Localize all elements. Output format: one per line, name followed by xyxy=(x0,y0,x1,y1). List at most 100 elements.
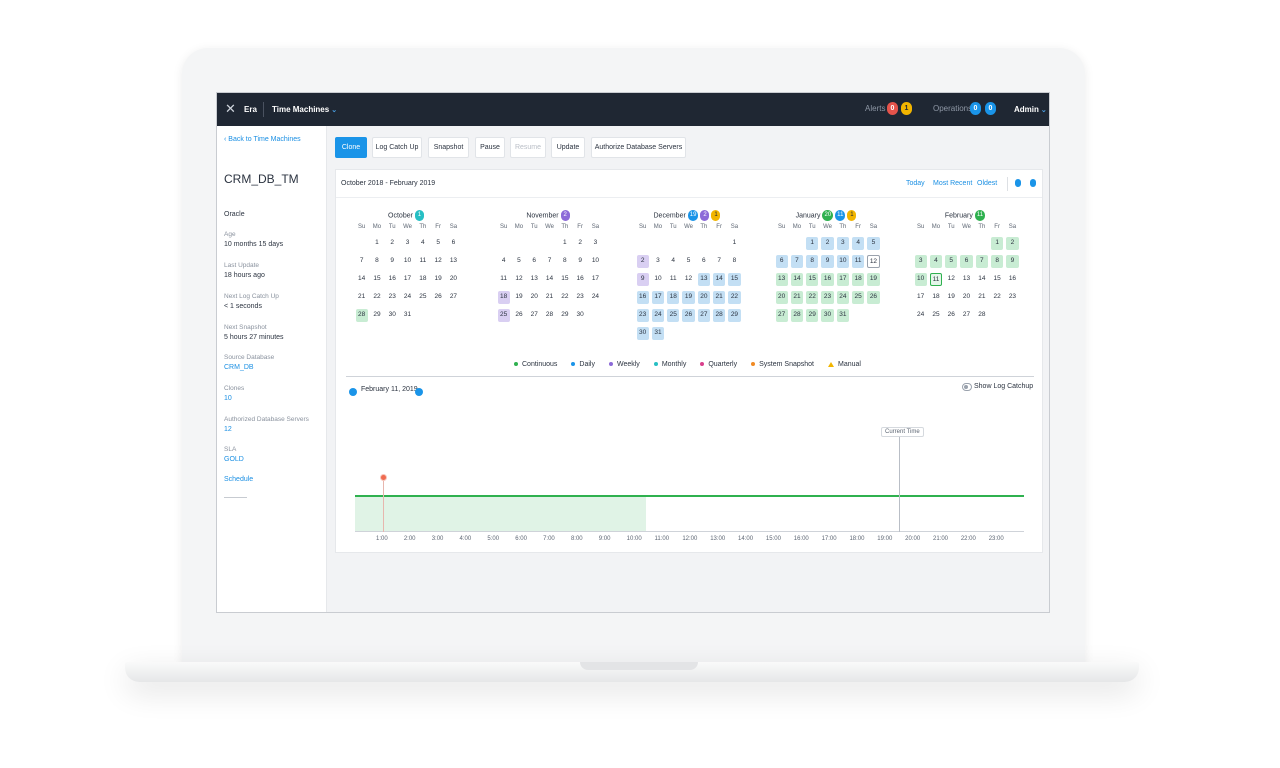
calendar-day[interactable]: 11 xyxy=(928,271,943,289)
calendar-day[interactable]: 3 xyxy=(588,235,603,253)
calendar-day[interactable]: 6 xyxy=(527,253,542,271)
calendar-day[interactable]: 1 xyxy=(989,235,1004,253)
today-link[interactable]: Today xyxy=(906,180,925,187)
calendar-day[interactable]: 28 xyxy=(354,307,369,325)
snapshot-button[interactable]: Snapshot xyxy=(428,137,469,158)
calendar-day[interactable]: 3 xyxy=(835,235,850,253)
calendar-day[interactable]: 18 xyxy=(928,289,943,307)
calendar-day[interactable]: 16 xyxy=(635,289,650,307)
calendar-day[interactable]: 12 xyxy=(511,271,526,289)
calendar-day[interactable]: 17 xyxy=(588,271,603,289)
calendar-day[interactable]: 10 xyxy=(650,271,665,289)
calendar-day[interactable]: 26 xyxy=(866,289,881,307)
calendar-day[interactable]: 18 xyxy=(496,289,511,307)
calendar-day[interactable]: 6 xyxy=(959,253,974,271)
calendar-day[interactable]: 24 xyxy=(650,307,665,325)
calendar-day[interactable]: 1 xyxy=(805,235,820,253)
calendar-day[interactable]: 14 xyxy=(711,271,726,289)
user-menu[interactable]: Admin ⌄ xyxy=(1014,105,1047,114)
back-link[interactable]: ‹ Back to Time Machines xyxy=(224,136,301,143)
calendar-day[interactable]: 18 xyxy=(850,271,865,289)
calendar-day[interactable]: 24 xyxy=(835,289,850,307)
calendar-day[interactable]: 31 xyxy=(400,307,415,325)
calendar-day[interactable]: 26 xyxy=(511,307,526,325)
calendar-day[interactable]: 9 xyxy=(820,253,835,271)
calendar-day[interactable]: 6 xyxy=(774,253,789,271)
calendar-day[interactable]: 16 xyxy=(572,271,587,289)
alerts-label[interactable]: Alerts xyxy=(865,104,885,113)
calendar-day[interactable]: 10 xyxy=(400,253,415,271)
alerts-critical-badge[interactable]: 0 xyxy=(887,102,898,115)
source-database-link[interactable]: CRM_DB xyxy=(224,364,274,371)
calendar-day[interactable]: 12 xyxy=(944,271,959,289)
calendar-day[interactable]: 13 xyxy=(527,271,542,289)
calendar-day[interactable]: 24 xyxy=(913,307,928,325)
calendar-day[interactable]: 10 xyxy=(588,253,603,271)
calendar-day[interactable]: 30 xyxy=(820,307,835,325)
module-dropdown[interactable]: Time Machines ⌄ xyxy=(272,105,337,114)
calendar-day[interactable]: 28 xyxy=(789,307,804,325)
calendar-day[interactable]: 9 xyxy=(1005,253,1020,271)
calendar-day[interactable]: 4 xyxy=(850,235,865,253)
calendar-day[interactable]: 8 xyxy=(369,253,384,271)
calendar-day[interactable]: 19 xyxy=(944,289,959,307)
calendar-day[interactable]: 19 xyxy=(430,271,445,289)
calendar-day[interactable]: 15 xyxy=(557,271,572,289)
calendar-day[interactable]: 14 xyxy=(354,271,369,289)
calendar-day[interactable]: 8 xyxy=(989,253,1004,271)
calendar-day[interactable]: 19 xyxy=(681,289,696,307)
calendar-day[interactable]: 7 xyxy=(542,253,557,271)
calendar-day[interactable]: 21 xyxy=(789,289,804,307)
calendar-day[interactable]: 18 xyxy=(415,271,430,289)
calendar-day[interactable]: 28 xyxy=(974,307,989,325)
calendar-day[interactable]: 16 xyxy=(820,271,835,289)
calendar-day[interactable]: 20 xyxy=(696,289,711,307)
calendar-day[interactable]: 23 xyxy=(572,289,587,307)
calendar-day[interactable]: 15 xyxy=(727,271,742,289)
calendar-day[interactable]: 4 xyxy=(666,253,681,271)
calendar-day[interactable]: 8 xyxy=(805,253,820,271)
calendar-day[interactable]: 17 xyxy=(650,289,665,307)
calendar-day[interactable]: 20 xyxy=(527,289,542,307)
calendar-day[interactable]: 24 xyxy=(588,289,603,307)
calendar-day[interactable]: 5 xyxy=(681,253,696,271)
pause-button[interactable]: Pause xyxy=(475,137,505,158)
calendar-day[interactable]: 25 xyxy=(928,307,943,325)
calendar-day[interactable]: 24 xyxy=(400,289,415,307)
calendar-day[interactable]: 13 xyxy=(696,271,711,289)
calendar-day[interactable]: 17 xyxy=(400,271,415,289)
calendar-day[interactable]: 5 xyxy=(430,235,445,253)
calendar-day[interactable]: 27 xyxy=(527,307,542,325)
calendar-day[interactable]: 28 xyxy=(711,307,726,325)
calendar-day[interactable]: 2 xyxy=(820,235,835,253)
calendar-day[interactable]: 23 xyxy=(820,289,835,307)
calendar-day[interactable]: 6 xyxy=(446,235,461,253)
calendar-day[interactable]: 6 xyxy=(696,253,711,271)
calendar-day[interactable]: 29 xyxy=(805,307,820,325)
calendar-day[interactable]: 2 xyxy=(635,253,650,271)
calendar-day[interactable]: 23 xyxy=(635,307,650,325)
alerts-warning-badge[interactable]: 1 xyxy=(901,102,912,115)
calendar-day[interactable]: 21 xyxy=(711,289,726,307)
calendar-day[interactable]: 22 xyxy=(805,289,820,307)
calendar-day[interactable]: 13 xyxy=(774,271,789,289)
calendar-day[interactable]: 11 xyxy=(496,271,511,289)
calendar-day[interactable]: 7 xyxy=(789,253,804,271)
calendar-day[interactable]: 12 xyxy=(681,271,696,289)
calendar-day[interactable]: 13 xyxy=(446,253,461,271)
calendar-day[interactable]: 5 xyxy=(511,253,526,271)
calendar-day[interactable]: 22 xyxy=(727,289,742,307)
calendar-day[interactable]: 2 xyxy=(572,235,587,253)
calendar-day[interactable]: 19 xyxy=(866,271,881,289)
calendar-day[interactable]: 1 xyxy=(557,235,572,253)
operations-badge-a[interactable]: 0 xyxy=(970,102,981,115)
calendar-day[interactable]: 30 xyxy=(572,307,587,325)
prev-range-icon[interactable] xyxy=(1015,179,1021,187)
log-catchup-toggle[interactable] xyxy=(962,383,972,391)
calendar-day[interactable]: 27 xyxy=(774,307,789,325)
calendar-day[interactable]: 23 xyxy=(1005,289,1020,307)
calendar-day[interactable]: 27 xyxy=(696,307,711,325)
calendar-day[interactable]: 5 xyxy=(866,235,881,253)
calendar-day[interactable]: 1 xyxy=(727,235,742,253)
calendar-day[interactable]: 4 xyxy=(496,253,511,271)
